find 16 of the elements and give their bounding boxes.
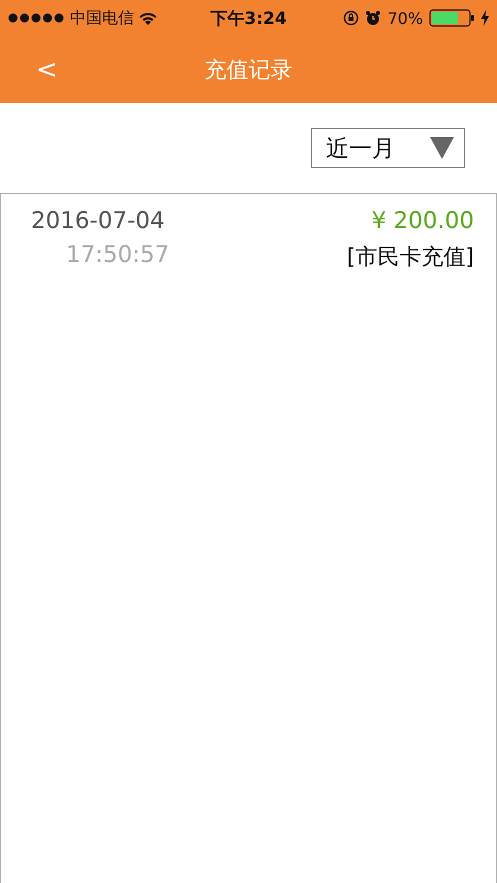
signal-icon — [8, 13, 66, 23]
record-amount: ¥ 200.00 — [370, 208, 474, 234]
carrier-name: 中国电信 — [70, 8, 134, 28]
clock-time: 下午3:24 — [210, 8, 287, 30]
caret-icon — [430, 137, 454, 159]
record-date: 2016-07-04 — [31, 208, 166, 234]
alarm-icon — [365, 10, 382, 26]
rotation-lock-icon — [343, 10, 360, 26]
battery-percent: 70% — [387, 8, 424, 28]
record-time: 17:50:57 — [65, 242, 170, 270]
period-dropdown[interactable]: 近一月 — [311, 128, 465, 168]
page-title: 充值记录 — [204, 56, 292, 84]
charging-icon — [481, 10, 490, 26]
battery-icon — [429, 9, 476, 27]
record-type: [市民卡充值] — [346, 244, 474, 272]
wifi-icon — [138, 10, 158, 26]
